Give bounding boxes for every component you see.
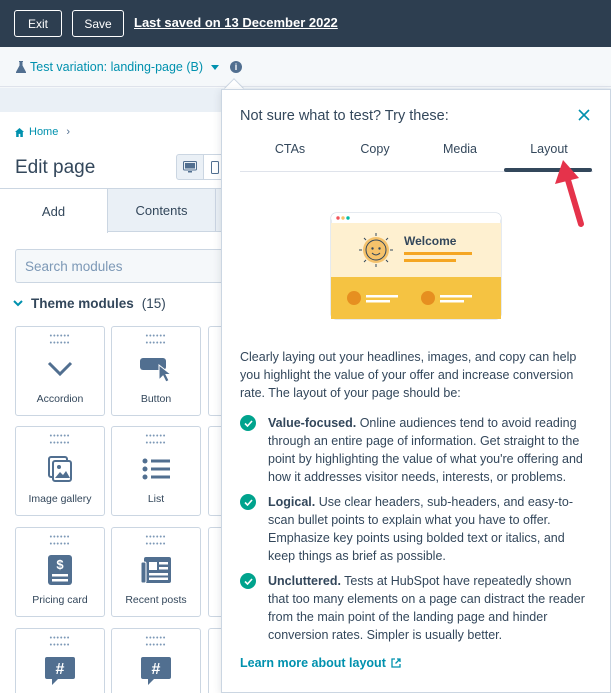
pricing-card-icon: $ bbox=[48, 555, 72, 585]
drag-handle-icon: •••••• •••••• bbox=[49, 433, 71, 447]
drag-handle-icon: •••••• •••••• bbox=[49, 635, 71, 649]
chevron-right-icon: › bbox=[66, 126, 71, 138]
external-link-icon bbox=[391, 658, 401, 668]
learn-more-link[interactable]: Learn more about layout bbox=[240, 656, 401, 670]
top-bar: Exit Save Last saved on 13 December 2022 bbox=[0, 0, 611, 47]
last-saved-link[interactable]: Last saved on 13 December 2022 bbox=[134, 15, 338, 30]
popover-intro: Clearly laying out your headlines, image… bbox=[240, 350, 577, 400]
test-variation-label: Test variation: landing-page (B) bbox=[30, 60, 204, 74]
svg-text:#: # bbox=[56, 661, 65, 678]
hashtag-icon: # bbox=[45, 657, 75, 685]
breadcrumb[interactable]: Home › bbox=[15, 126, 70, 138]
drag-handle-icon: •••••• •••••• bbox=[145, 534, 167, 548]
exit-button[interactable]: Exit bbox=[14, 10, 62, 37]
tip-value-focused: Value-focused. Online audiences tend to … bbox=[240, 414, 590, 484]
close-icon[interactable] bbox=[577, 108, 591, 122]
tip-uncluttered: Uncluttered. Tests at HubSpot have repea… bbox=[240, 572, 590, 642]
module-card-hashtag[interactable]: •••••• •••••• # bbox=[111, 628, 201, 693]
tab-add[interactable]: Add bbox=[0, 189, 108, 233]
module-label: Recent posts bbox=[125, 594, 187, 606]
tip-heading: Uncluttered. bbox=[268, 574, 341, 588]
module-label: Pricing card bbox=[32, 594, 88, 606]
drag-handle-icon: •••••• •••••• bbox=[49, 333, 71, 347]
tab-layout[interactable]: Layout bbox=[524, 142, 574, 156]
module-card-hashtag[interactable]: •••••• •••••• # bbox=[15, 628, 105, 693]
popover-tabs: CTAs Copy Media Layout bbox=[240, 136, 593, 172]
tip-logical: Logical. Use clear headers, sub-headers,… bbox=[240, 493, 590, 563]
theme-modules-header[interactable]: Theme modules (15) bbox=[13, 296, 166, 311]
list-icon bbox=[142, 458, 170, 480]
svg-text:#: # bbox=[152, 661, 161, 678]
module-card-recent-posts[interactable]: •••••• •••••• Recent posts bbox=[111, 527, 201, 617]
flask-icon bbox=[16, 61, 26, 73]
illustration-welcome-text: Welcome bbox=[404, 234, 457, 248]
save-button[interactable]: Save bbox=[72, 10, 124, 37]
drag-handle-icon: •••••• •••••• bbox=[145, 635, 167, 649]
test-variation-dropdown[interactable]: Test variation: landing-page (B) bbox=[16, 60, 220, 74]
left-panel: Home › Edit page Add Contents Search mod… bbox=[0, 112, 240, 693]
checkmark-icon bbox=[240, 573, 256, 589]
module-label: Image gallery bbox=[28, 493, 92, 505]
hashtag-icon: # bbox=[141, 657, 171, 685]
info-icon[interactable]: i bbox=[230, 61, 242, 73]
caret-down-icon bbox=[211, 64, 220, 70]
tab-contents[interactable]: Contents bbox=[108, 189, 216, 232]
learn-more-label: Learn more about layout bbox=[240, 656, 386, 670]
theme-modules-label: Theme modules bbox=[31, 296, 134, 311]
module-card-pricing-card[interactable]: •••••• •••••• $ Pricing card bbox=[15, 527, 105, 617]
recent-posts-icon bbox=[140, 557, 171, 584]
drag-handle-icon: •••••• •••••• bbox=[49, 534, 71, 548]
image-gallery-icon bbox=[48, 456, 72, 482]
popover-title: Not sure what to test? Try these: bbox=[240, 108, 449, 124]
search-modules-input[interactable]: Search modules bbox=[15, 249, 235, 283]
variation-bar: Test variation: landing-page (B) i bbox=[0, 47, 611, 87]
tab-ctas[interactable]: CTAs bbox=[270, 142, 310, 156]
tab-media[interactable]: Media bbox=[440, 142, 480, 156]
desktop-icon bbox=[183, 161, 197, 173]
tip-heading: Logical. bbox=[268, 495, 316, 509]
checkmark-icon bbox=[240, 415, 256, 431]
page-title: Edit page bbox=[15, 157, 96, 178]
tab-copy[interactable]: Copy bbox=[355, 142, 395, 156]
layout-illustration: Welcome bbox=[330, 212, 502, 320]
theme-modules-count: (15) bbox=[141, 296, 166, 311]
button-cursor-icon bbox=[140, 358, 173, 383]
checkmark-icon bbox=[240, 494, 256, 510]
drag-handle-icon: •••••• •••••• bbox=[145, 433, 167, 447]
module-card-list[interactable]: •••••• •••••• List bbox=[111, 426, 201, 516]
module-label: Button bbox=[140, 393, 172, 405]
module-card-image-gallery[interactable]: •••••• •••••• Image gallery bbox=[15, 426, 105, 516]
module-card-button[interactable]: •••••• •••••• Button bbox=[111, 326, 201, 416]
mobile-icon bbox=[211, 160, 219, 174]
desktop-view-button[interactable] bbox=[176, 154, 204, 180]
left-tabs: Add Contents bbox=[0, 188, 240, 233]
module-label: Accordion bbox=[36, 393, 84, 405]
drag-handle-icon: •••••• •••••• bbox=[145, 333, 167, 347]
tip-heading: Value-focused. bbox=[268, 416, 357, 430]
chevron-down-icon bbox=[47, 361, 73, 377]
module-card-accordion[interactable]: •••••• •••••• Accordion bbox=[15, 326, 105, 416]
annotation-arrow-icon bbox=[555, 160, 584, 227]
home-icon bbox=[15, 127, 24, 137]
chevron-down-icon bbox=[13, 300, 23, 307]
svg-text:$: $ bbox=[56, 557, 64, 572]
breadcrumb-home[interactable]: Home bbox=[29, 126, 58, 138]
module-label: List bbox=[147, 493, 165, 505]
